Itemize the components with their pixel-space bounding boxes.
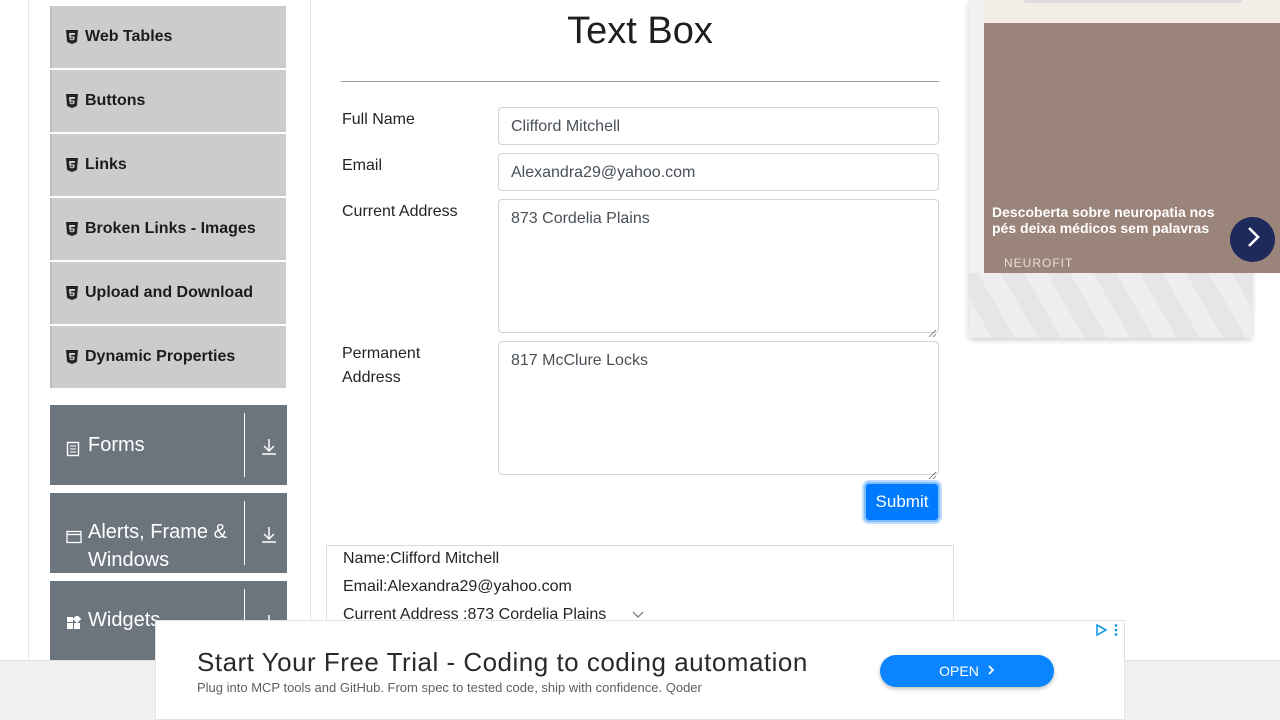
side-ad-top-bar (1024, 0, 1242, 3)
permanent-address-label-line1: Permanent (342, 345, 421, 362)
output-email: Email:Alexandra29@yahoo.com (343, 578, 572, 595)
left-border (28, 0, 29, 660)
sidebar-item-label: Dynamic Properties (85, 348, 236, 365)
title-divider (341, 81, 939, 82)
email-input[interactable]: Alexandra29@yahoo.com (498, 153, 939, 191)
window-icon (66, 524, 82, 574)
download-arrow-icon[interactable] (259, 525, 279, 545)
divider (244, 413, 245, 477)
bottom-ad-open-button[interactable]: OPEN (880, 655, 1054, 687)
html5-icon (66, 350, 78, 364)
chevron-down-icon[interactable] (631, 607, 645, 618)
current-address-label: Current Address (342, 203, 458, 220)
bottom-ad-headline[interactable]: Start Your Free Trial - Coding to coding… (197, 647, 808, 678)
sidebar-item-links[interactable]: Links (50, 134, 286, 196)
html5-icon (66, 222, 78, 236)
resize-grip-icon[interactable] (928, 464, 937, 480)
full-name-input[interactable]: Clifford Mitchell (498, 107, 939, 145)
sidebar-item-broken-links[interactable]: Broken Links - Images (50, 198, 286, 260)
open-button-label: OPEN (939, 663, 979, 679)
side-ad-next-button[interactable] (1230, 217, 1275, 262)
chevron-right-icon (987, 663, 995, 679)
current-address-value: 873 Cordelia Plains (511, 210, 650, 227)
sidebar-item-label: Broken Links - Images (85, 220, 256, 237)
permanent-address-label: Permanent Address (342, 342, 482, 390)
side-ad-top-strip (984, 0, 1280, 23)
sidebar-group-label: Forms (88, 434, 145, 456)
content-border (310, 0, 311, 660)
page: Web Tables Buttons Links Broken Links - … (0, 0, 1280, 720)
full-name-label: Full Name (342, 111, 415, 128)
html5-icon (66, 158, 78, 172)
sidebar-item-upload-download[interactable]: Upload and Download (50, 262, 286, 324)
sidebar-item-dynamic-properties[interactable]: Dynamic Properties (50, 326, 286, 388)
ad-background-pattern (969, 273, 1252, 338)
permanent-address-textarea[interactable]: 817 McClure Locks (498, 341, 939, 480)
permanent-address-value: 817 McClure Locks (511, 352, 648, 369)
sidebar-item-label: Web Tables (85, 28, 173, 45)
resize-grip-icon[interactable] (928, 322, 937, 338)
adchoices-icon[interactable] (1094, 623, 1108, 637)
sidebar-group-label-line2: Windows (88, 549, 170, 571)
widgets-icon (66, 612, 82, 640)
sidebar-group-forms[interactable]: Forms (50, 405, 287, 485)
sidebar-group-label: Widgets (88, 609, 161, 631)
chevron-right-icon (1245, 225, 1261, 254)
permanent-address-label-line2: Address (342, 369, 401, 386)
submit-button[interactable]: Submit (864, 482, 940, 522)
html5-icon (66, 30, 78, 44)
side-ad-brand: NEUROFIT (1004, 256, 1074, 270)
sidebar-item-label: Links (85, 156, 127, 173)
sidebar-group-alerts[interactable]: Alerts, Frame & Windows (50, 493, 287, 573)
divider (244, 501, 245, 565)
bottom-ad-banner[interactable]: Start Your Free Trial - Coding to coding… (155, 620, 1125, 720)
ad-menu-icon[interactable] (1113, 623, 1119, 637)
output-name: Name:Clifford Mitchell (343, 550, 500, 567)
current-address-textarea[interactable]: 873 Cordelia Plains (498, 199, 939, 338)
side-ad-headline[interactable]: Descoberta sobre neuropatia nos pés deix… (992, 204, 1232, 236)
sidebar-item-label: Buttons (85, 92, 146, 109)
bottom-ad-subtext: Plug into MCP tools and GitHub. From spe… (197, 680, 702, 695)
sidebar-group-label: Alerts, Frame & (88, 521, 227, 543)
sidebar-item-label: Upload and Download (85, 284, 253, 301)
document-icon (66, 437, 82, 465)
sidebar-item-buttons[interactable]: Buttons (50, 70, 286, 132)
download-arrow-icon[interactable] (259, 437, 279, 457)
html5-icon (66, 94, 78, 108)
page-title: Text Box (567, 10, 713, 52)
html5-icon (66, 286, 78, 300)
email-label: Email (342, 157, 383, 174)
sidebar-item-web-tables[interactable]: Web Tables (50, 6, 286, 68)
